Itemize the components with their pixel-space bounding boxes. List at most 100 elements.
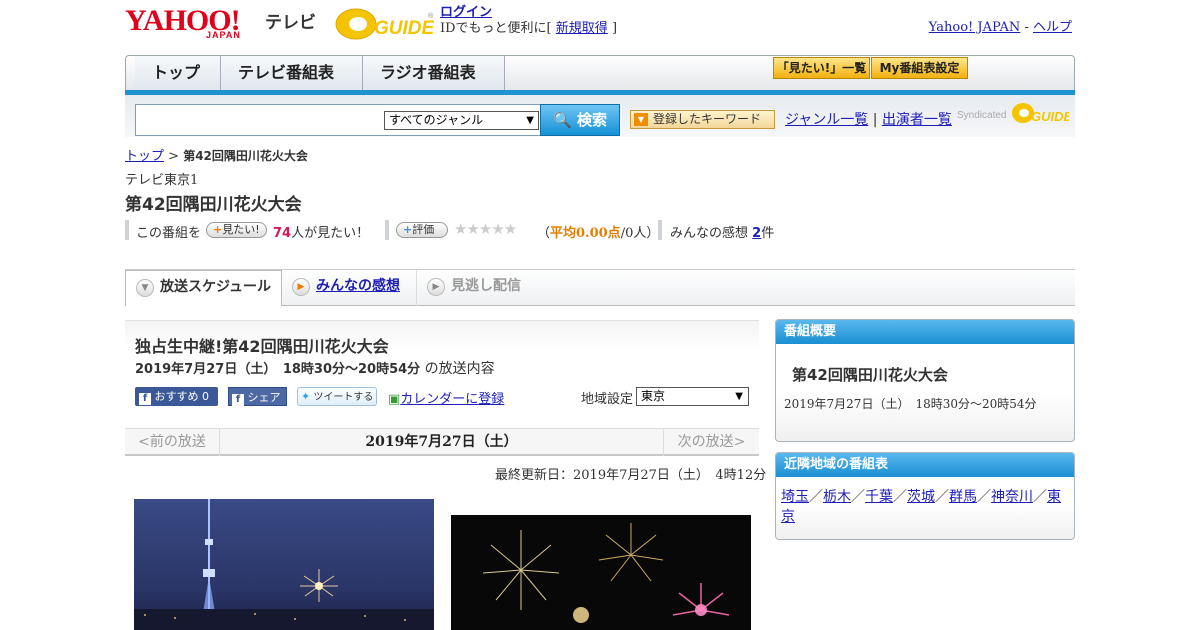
svg-text:®: ® [428, 12, 434, 20]
region-separator: ／ [935, 489, 949, 505]
prev-broadcast-link[interactable]: <前の放送 [125, 428, 220, 456]
nav-tab-tv[interactable]: テレビ番組表 [221, 56, 363, 91]
region-label: 地域設定 [581, 392, 634, 407]
last-updated: 最終更新日：2019年7月27日（土） 4時12分 [495, 468, 767, 483]
region-select[interactable]: 東京 ▼ [636, 387, 749, 406]
program-stats: この番組を +見たい! 74人が見たい！ +評価 ★★★★★ （平均0.00点/… [125, 220, 825, 241]
login-box: ログイン IDでもっと便利に[ 新規取得 ] [440, 5, 617, 37]
nav-tab-top[interactable]: トップ [135, 56, 221, 91]
login-close-bracket: ] [611, 21, 618, 36]
region-link-saitama[interactable]: 埼玉 [781, 489, 809, 505]
plus-icon: + [213, 223, 223, 236]
want-button[interactable]: +見たい! [206, 222, 267, 238]
keyword-button[interactable]: ▼ 登録したキーワード [630, 110, 775, 129]
average-open: （ [537, 226, 551, 241]
breadcrumb-separator: > [168, 149, 180, 164]
region-separator: ／ [893, 489, 907, 505]
region-link-gunma[interactable]: 群馬 [949, 489, 977, 505]
top-links-separator: - [1024, 20, 1029, 35]
stat-divider [125, 220, 129, 240]
broadcast-datetime: 2019年7月27日（土） 18時30分～20時54分 [135, 362, 421, 377]
nav-tab-radio[interactable]: ラジオ番組表 [363, 56, 505, 91]
program-overview-title: 第42回隅田川花火大会 [792, 366, 948, 384]
tab-impressions[interactable]: ▶ みんなの感想 [282, 270, 417, 306]
chevron-down-icon: ▼ [634, 113, 648, 126]
rating-stars: ★★★★★ [454, 220, 517, 238]
region-separator: ／ [851, 489, 865, 505]
breadcrumb: トップ > 第42回隅田川花火大会 [125, 145, 308, 164]
register-link[interactable]: 新規取得 [556, 21, 608, 36]
top-right-links: Yahoo! JAPAN - ヘルプ [929, 16, 1072, 35]
region-link-ibaraki[interactable]: 茨城 [907, 489, 935, 505]
facebook-icon: f [232, 394, 244, 406]
region-select-value: 東京 [641, 389, 666, 403]
current-broadcast-date: 2019年7月27日（土） [365, 434, 518, 450]
play-icon: ▶ [292, 278, 310, 296]
region-separator: ／ [977, 489, 991, 505]
page-title: 第42回隅田川花火大会 [125, 195, 302, 215]
svg-text:GUIDE: GUIDE [374, 18, 434, 39]
syndicated-gguide-logo: Syndicated GUIDE [957, 100, 1069, 128]
average-people: /0人） [620, 226, 660, 241]
nearby-region-box: 近隣地域の番組表 埼玉／栃木／千葉／茨城／群馬／神奈川／東京 [775, 452, 1075, 540]
genre-select[interactable]: すべてのジャンル ▼ [384, 111, 539, 130]
tweet-button-label: ツイートする [313, 392, 374, 403]
tv-logo-text: テレビ [265, 13, 316, 33]
performer-list-link[interactable]: 出演者一覧 [882, 112, 952, 128]
yahoo-japan-link[interactable]: Yahoo! JAPAN [929, 20, 1021, 35]
login-link[interactable]: ログイン [440, 5, 492, 20]
gguide-logo[interactable]: GUIDE ® [334, 6, 436, 42]
breadcrumb-top-link[interactable]: トップ [125, 149, 164, 164]
help-link[interactable]: ヘルプ [1033, 20, 1072, 35]
region-link-tochigi[interactable]: 栃木 [823, 489, 851, 505]
search-button[interactable]: 🔍 検索 [540, 104, 620, 136]
yahoo-logo-japan: JAPAN [206, 30, 241, 40]
tweet-button[interactable]: ✦ ツイートする [297, 387, 377, 406]
genre-select-value: すべてのジャンル [389, 113, 484, 127]
want-button-label: 見たい! [222, 223, 260, 236]
nearby-region-links: 埼玉／栃木／千葉／茨城／群馬／神奈川／東京 [781, 487, 1071, 527]
region-link-chiba[interactable]: 千葉 [865, 489, 893, 505]
broadcast-time: 2019年7月27日（土） 18時30分～20時54分 の放送内容 [135, 358, 495, 378]
program-overview-header: 番組概要 [776, 320, 1074, 344]
program-overview-time: 2019年7月27日（土） 18時30分～20時54分 [784, 397, 1037, 411]
svg-text:GUIDE: GUIDE [1031, 109, 1069, 124]
fireworks-night-image [451, 515, 751, 630]
genre-links-divider: | [872, 112, 878, 128]
impressions-label: みんなの感想 [670, 226, 749, 241]
region-link-kanagawa[interactable]: 神奈川 [991, 489, 1033, 505]
genre-list-link[interactable]: ジャンル一覧 [785, 112, 868, 128]
login-description: IDでもっと便利に[ [440, 21, 552, 36]
want-suffix: 人が見たい！ [291, 226, 370, 241]
plus-icon: + [403, 223, 413, 236]
my-bangumi-button[interactable]: My番組表設定 [871, 57, 968, 79]
dropdown-arrow-icon: ▼ [735, 391, 743, 402]
tab-missed-label: 見逃し配信 [451, 278, 521, 294]
calendar-add-icon: ▣ [388, 392, 401, 407]
tab-schedule-label: 放送スケジュール [160, 279, 272, 295]
facebook-recommend-button[interactable]: f おすすめ 0 [135, 387, 218, 406]
rate-button[interactable]: +評価 [396, 222, 448, 238]
dropdown-arrow-icon: ▼ [526, 115, 534, 126]
twitter-bird-icon: ✦ [301, 390, 311, 403]
rate-button-label: 評価 [412, 223, 435, 236]
mitai-list-button[interactable]: 「見たい!」一覧 [773, 57, 870, 79]
syndicated-text: Syndicated [957, 110, 1007, 121]
calendar-register[interactable]: ▣カレンダーに登録 [388, 388, 504, 407]
tab-schedule[interactable]: ▼ 放送スケジュール [125, 270, 282, 306]
average-score: 平均0.00点 [550, 226, 621, 241]
facebook-share-label: シェア [247, 391, 281, 404]
keyword-button-label: 登録したキーワード [653, 112, 762, 126]
facebook-share-button[interactable]: f シェア [228, 387, 287, 406]
broadcast-title: 独占生中継!第42回隅田川花火大会 [135, 337, 389, 356]
genre-links: ジャンル一覧 | 出演者一覧 [785, 109, 952, 129]
calendar-register-link[interactable]: カレンダーに登録 [400, 392, 504, 407]
tab-impressions-label: みんなの感想 [316, 278, 400, 294]
next-broadcast-link[interactable]: 次の放送> [663, 428, 759, 456]
impressions-count-link[interactable]: 2 [752, 226, 761, 241]
nearby-region-header: 近隣地域の番組表 [776, 453, 1074, 477]
program-overview-box: 番組概要 第42回隅田川花火大会 2019年7月27日（土） 18時30分～20… [775, 319, 1075, 442]
play-icon: ▶ [427, 278, 445, 296]
stat-divider [658, 220, 662, 240]
impressions-unit: 件 [761, 226, 775, 241]
